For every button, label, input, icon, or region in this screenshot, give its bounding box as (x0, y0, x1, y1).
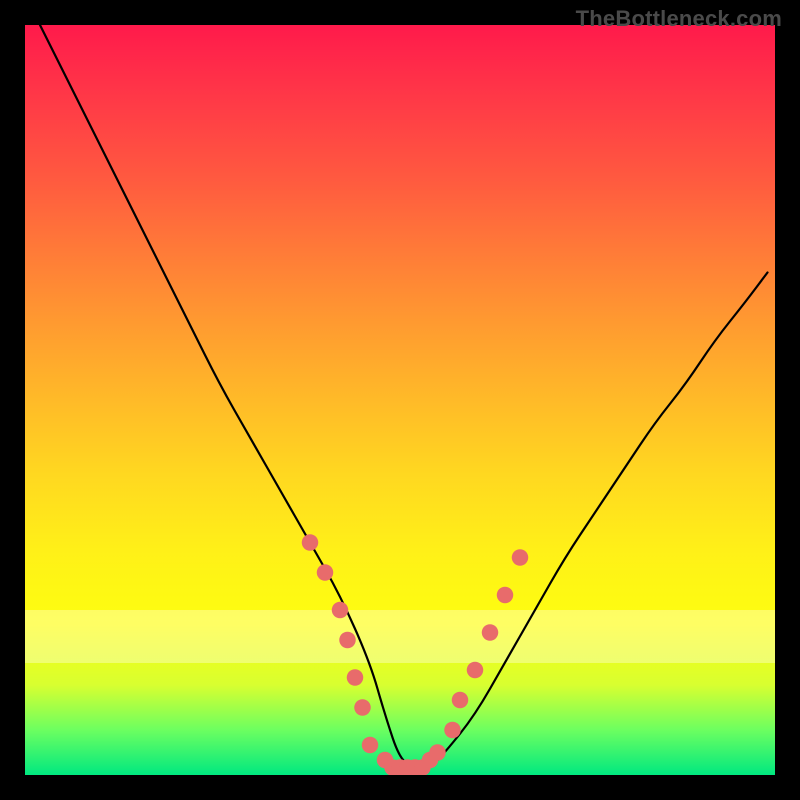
data-marker (497, 587, 514, 604)
marker-layer (302, 534, 529, 775)
data-marker (467, 662, 484, 679)
chart-frame: TheBottleneck.com (0, 0, 800, 800)
data-marker (452, 692, 469, 709)
data-marker (302, 534, 319, 551)
data-marker (332, 602, 349, 619)
watermark-text: TheBottleneck.com (576, 6, 782, 32)
data-marker (347, 669, 364, 686)
bottleneck-curve (40, 25, 768, 768)
data-marker (339, 632, 356, 649)
data-marker (429, 744, 446, 761)
plot-area (25, 25, 775, 775)
data-marker (354, 699, 371, 716)
chart-svg (25, 25, 775, 775)
data-marker (362, 737, 379, 754)
data-marker (482, 624, 499, 641)
data-marker (317, 564, 334, 581)
data-marker (444, 722, 461, 739)
data-marker (512, 549, 529, 566)
